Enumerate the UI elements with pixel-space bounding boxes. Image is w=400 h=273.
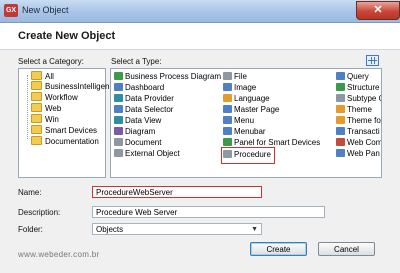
data-view-icon — [114, 115, 123, 124]
type-image[interactable]: Image — [223, 82, 256, 93]
type-business-process-diagram[interactable]: Business Process Diagram — [114, 71, 221, 82]
view-grid-icon[interactable] — [366, 55, 379, 66]
type-diagram[interactable]: Diagram — [114, 126, 155, 137]
type-language[interactable]: Language — [223, 93, 270, 104]
folder-icon — [31, 125, 42, 135]
dialog-header: Create New Object — [0, 23, 400, 50]
name-label: Name: — [18, 188, 42, 197]
type-master-page[interactable]: Master Page — [223, 104, 279, 115]
category-list[interactable]: All BusinessIntelligen Workflow Web Win … — [18, 68, 109, 178]
folder-label: Folder: — [18, 225, 43, 234]
category-item-businessintelligence[interactable]: BusinessIntelligen — [31, 81, 109, 92]
type-dashboard[interactable]: Dashboard — [114, 82, 164, 93]
type-data-selector[interactable]: Data Selector — [114, 104, 173, 115]
folder-select-value: Objects — [96, 225, 124, 234]
type-data-provider[interactable]: Data Provider — [114, 93, 174, 104]
category-item-documentation[interactable]: Documentation — [31, 136, 99, 147]
type-label: Select a Type: — [111, 57, 162, 66]
folder-icon — [31, 136, 42, 146]
menubar-icon — [223, 126, 232, 135]
description-label: Description: — [18, 208, 61, 217]
create-button[interactable]: Create — [250, 242, 307, 256]
data-provider-icon — [114, 93, 123, 102]
dashboard-icon — [114, 82, 123, 91]
transaction-icon — [336, 126, 345, 135]
bpd-icon — [114, 71, 123, 80]
type-structure[interactable]: Structure — [336, 82, 379, 93]
subtype-icon — [336, 93, 345, 102]
type-theme-for[interactable]: Theme fo — [336, 115, 381, 126]
folder-select[interactable]: Objects ▼ — [92, 223, 262, 235]
chevron-down-icon: ▼ — [251, 226, 258, 233]
theme-for-icon — [336, 115, 345, 124]
type-web-panel[interactable]: Web Pan — [336, 148, 380, 159]
folder-icon — [31, 81, 42, 91]
cancel-button[interactable]: Cancel — [318, 242, 375, 256]
type-menu[interactable]: Menu — [223, 115, 254, 126]
menu-icon — [223, 115, 232, 124]
name-field[interactable]: ProcedureWebServer — [92, 186, 262, 198]
type-web-component[interactable]: Web Com — [336, 137, 381, 148]
folder-icon — [31, 103, 42, 113]
file-icon — [223, 71, 232, 80]
window-title: New Object — [22, 5, 69, 15]
web-panel-icon — [336, 148, 345, 157]
type-subtype-group[interactable]: Subtype G — [336, 93, 381, 104]
watermark-text: www.webeder.com.br — [18, 250, 100, 259]
app-icon: GX — [4, 4, 18, 17]
type-transaction[interactable]: Transacti — [336, 126, 380, 137]
folder-icon — [31, 114, 42, 124]
procedure-highlight — [221, 147, 275, 164]
title-bar: GX New Object ✕ — [0, 0, 400, 23]
web-component-icon — [336, 137, 345, 146]
type-file[interactable]: File — [223, 71, 247, 82]
type-query[interactable]: Query — [336, 71, 369, 82]
category-item-workflow[interactable]: Workflow — [31, 92, 78, 103]
close-button[interactable]: ✕ — [356, 1, 400, 20]
category-item-web[interactable]: Web — [31, 103, 61, 114]
panel-icon — [223, 137, 232, 146]
query-icon — [336, 71, 345, 80]
diagram-icon — [114, 126, 123, 135]
type-menubar[interactable]: Menubar — [223, 126, 266, 137]
folder-icon — [31, 92, 42, 102]
master-page-icon — [223, 104, 232, 113]
category-label: Select a Category: — [18, 57, 84, 66]
document-icon — [114, 137, 123, 146]
theme-icon — [336, 104, 345, 113]
language-icon — [223, 93, 232, 102]
type-external-object[interactable]: External Object — [114, 148, 180, 159]
dialog-title: Create New Object — [18, 30, 116, 42]
type-data-view[interactable]: Data View — [114, 115, 161, 126]
description-field[interactable]: Procedure Web Server — [92, 206, 325, 218]
external-object-icon — [114, 148, 123, 157]
type-document[interactable]: Document — [114, 137, 161, 148]
folder-icon — [31, 71, 42, 81]
type-theme[interactable]: Theme — [336, 104, 372, 115]
category-item-smart-devices[interactable]: Smart Devices — [31, 125, 97, 136]
category-item-win[interactable]: Win — [31, 114, 59, 125]
data-selector-icon — [114, 104, 123, 113]
structure-icon — [336, 82, 345, 91]
image-icon — [223, 82, 232, 91]
